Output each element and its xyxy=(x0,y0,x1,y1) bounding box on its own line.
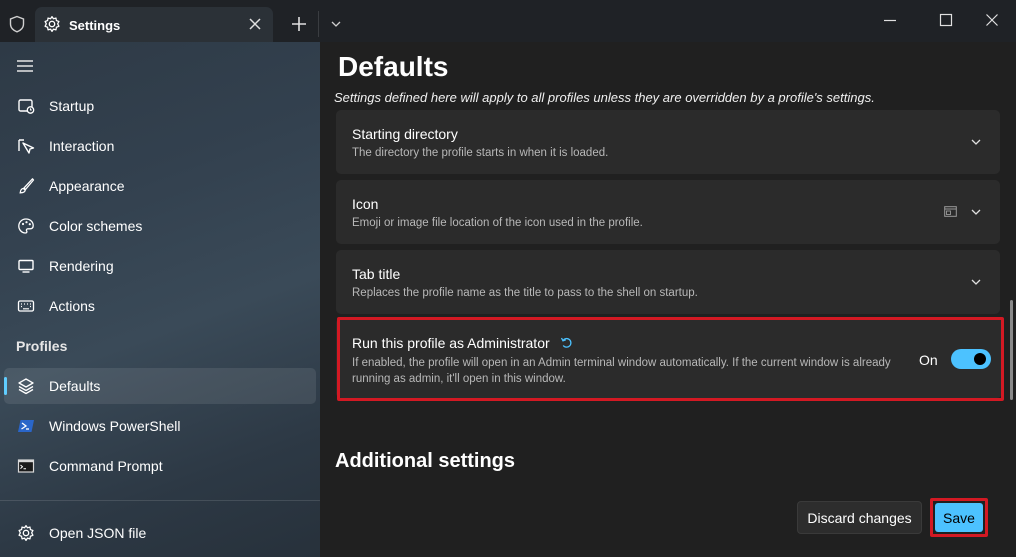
discard-changes-button[interactable]: Discard changes xyxy=(797,501,922,534)
card-title: Tab title xyxy=(352,266,401,282)
page-subtitle: Settings defined here will apply to all … xyxy=(334,90,875,105)
save-button[interactable]: Save xyxy=(935,503,983,532)
scrollbar[interactable] xyxy=(1010,300,1013,400)
toggle-state-label: On xyxy=(919,352,938,368)
sidebar-item-color-schemes[interactable]: Color schemes xyxy=(4,208,316,244)
profiles-header: Profiles xyxy=(16,338,68,354)
sidebar-item-label: Defaults xyxy=(49,378,101,394)
main-content: Defaults Settings defined here will appl… xyxy=(320,42,1016,557)
card-title: Icon xyxy=(352,196,379,212)
sidebar-item-defaults[interactable]: Defaults xyxy=(4,368,316,404)
card-description: Emoji or image file location of the icon… xyxy=(352,217,643,229)
close-window-icon[interactable] xyxy=(984,12,1000,28)
palette-icon xyxy=(18,218,34,234)
sidebar-item-rendering[interactable]: Rendering xyxy=(4,248,316,284)
keyboard-icon xyxy=(17,300,35,312)
starting-directory-card[interactable]: Starting directory The directory the pro… xyxy=(336,110,1000,174)
shield-icon[interactable] xyxy=(8,15,26,33)
sidebar: Startup Interaction Appearance Color sch… xyxy=(0,42,320,557)
card-description: Replaces the profile name as the title t… xyxy=(352,287,698,299)
powershell-icon xyxy=(18,420,34,432)
tab-title: Settings xyxy=(69,18,121,33)
plus-icon[interactable] xyxy=(291,16,307,32)
monitor-icon xyxy=(18,259,34,273)
cmd-icon xyxy=(17,459,35,473)
maximize-icon[interactable] xyxy=(938,12,954,28)
sidebar-item-appearance[interactable]: Appearance xyxy=(4,168,316,204)
sidebar-item-label: Open JSON file xyxy=(49,525,147,541)
startup-icon xyxy=(18,99,35,114)
settings-tab[interactable]: Settings xyxy=(35,7,273,43)
sidebar-item-command-prompt[interactable]: Command Prompt xyxy=(4,448,316,484)
tab-title-card[interactable]: Tab title Replaces the profile name as t… xyxy=(336,250,1000,314)
sidebar-item-label: Interaction xyxy=(49,138,115,154)
sidebar-item-label: Color schemes xyxy=(49,218,143,234)
paintbrush-icon xyxy=(19,178,35,194)
card-description: If enabled, the profile will open in an … xyxy=(352,357,891,385)
sidebar-item-label: Appearance xyxy=(49,178,125,194)
gear-icon xyxy=(18,524,34,542)
minimize-icon[interactable] xyxy=(882,12,898,28)
sidebar-item-label: Rendering xyxy=(49,258,114,274)
sidebar-item-windows-powershell[interactable]: Windows PowerShell xyxy=(4,408,316,444)
run-as-admin-toggle[interactable] xyxy=(951,349,991,369)
card-description: The directory the profile starts in when… xyxy=(352,147,609,159)
page-title: Defaults xyxy=(338,51,449,82)
sidebar-item-label: Command Prompt xyxy=(49,458,163,474)
additional-settings-title: Additional settings xyxy=(335,450,515,472)
gear-icon xyxy=(44,15,60,33)
chevron-down-icon[interactable] xyxy=(970,138,982,146)
reset-icon[interactable] xyxy=(560,336,573,349)
run-as-admin-card: Run this profile as Administrator If ena… xyxy=(336,318,1002,398)
sidebar-item-label: Startup xyxy=(49,98,95,114)
image-file-icon xyxy=(944,206,957,217)
sidebar-divider xyxy=(0,500,320,501)
icon-card[interactable]: Icon Emoji or image file location of the… xyxy=(336,180,1000,244)
card-title: Starting directory xyxy=(352,126,458,142)
title-bar: Settings xyxy=(0,0,1016,43)
close-icon[interactable] xyxy=(247,16,263,32)
sidebar-item-open-json-file[interactable]: Open JSON file xyxy=(4,515,316,551)
sidebar-item-interaction[interactable]: Interaction xyxy=(4,128,316,164)
hamburger-menu-icon[interactable] xyxy=(16,59,34,73)
toggle-knob xyxy=(974,353,986,365)
sidebar-item-label: Windows PowerShell xyxy=(49,418,181,434)
sidebar-item-actions[interactable]: Actions xyxy=(4,288,316,324)
card-title: Run this profile as Administrator xyxy=(352,335,550,351)
tab-separator xyxy=(318,11,319,37)
chevron-down-icon[interactable] xyxy=(970,278,982,286)
interaction-icon xyxy=(18,139,35,154)
layers-icon xyxy=(18,378,34,395)
sidebar-item-label: Actions xyxy=(49,298,95,314)
chevron-down-icon[interactable] xyxy=(330,19,342,29)
sidebar-item-startup[interactable]: Startup xyxy=(4,88,316,124)
chevron-down-icon[interactable] xyxy=(970,208,982,216)
